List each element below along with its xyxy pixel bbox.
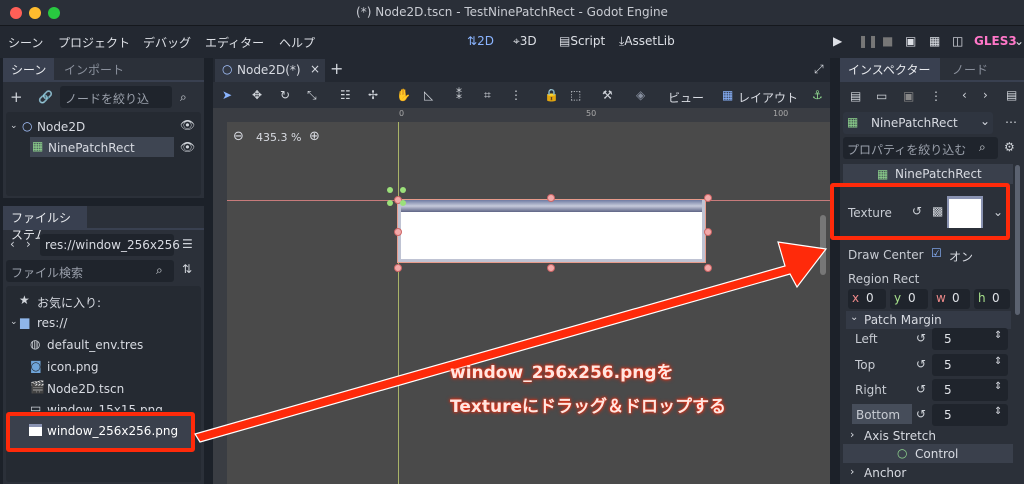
annotation-line-1: window_256x256.pngを [450, 363, 674, 383]
annotation-line-2: Textureにドラッグ＆ドロップする [450, 397, 726, 417]
annotation-text: window_256x256.pngを Textureにドラッグ＆ドロップする [450, 358, 726, 417]
